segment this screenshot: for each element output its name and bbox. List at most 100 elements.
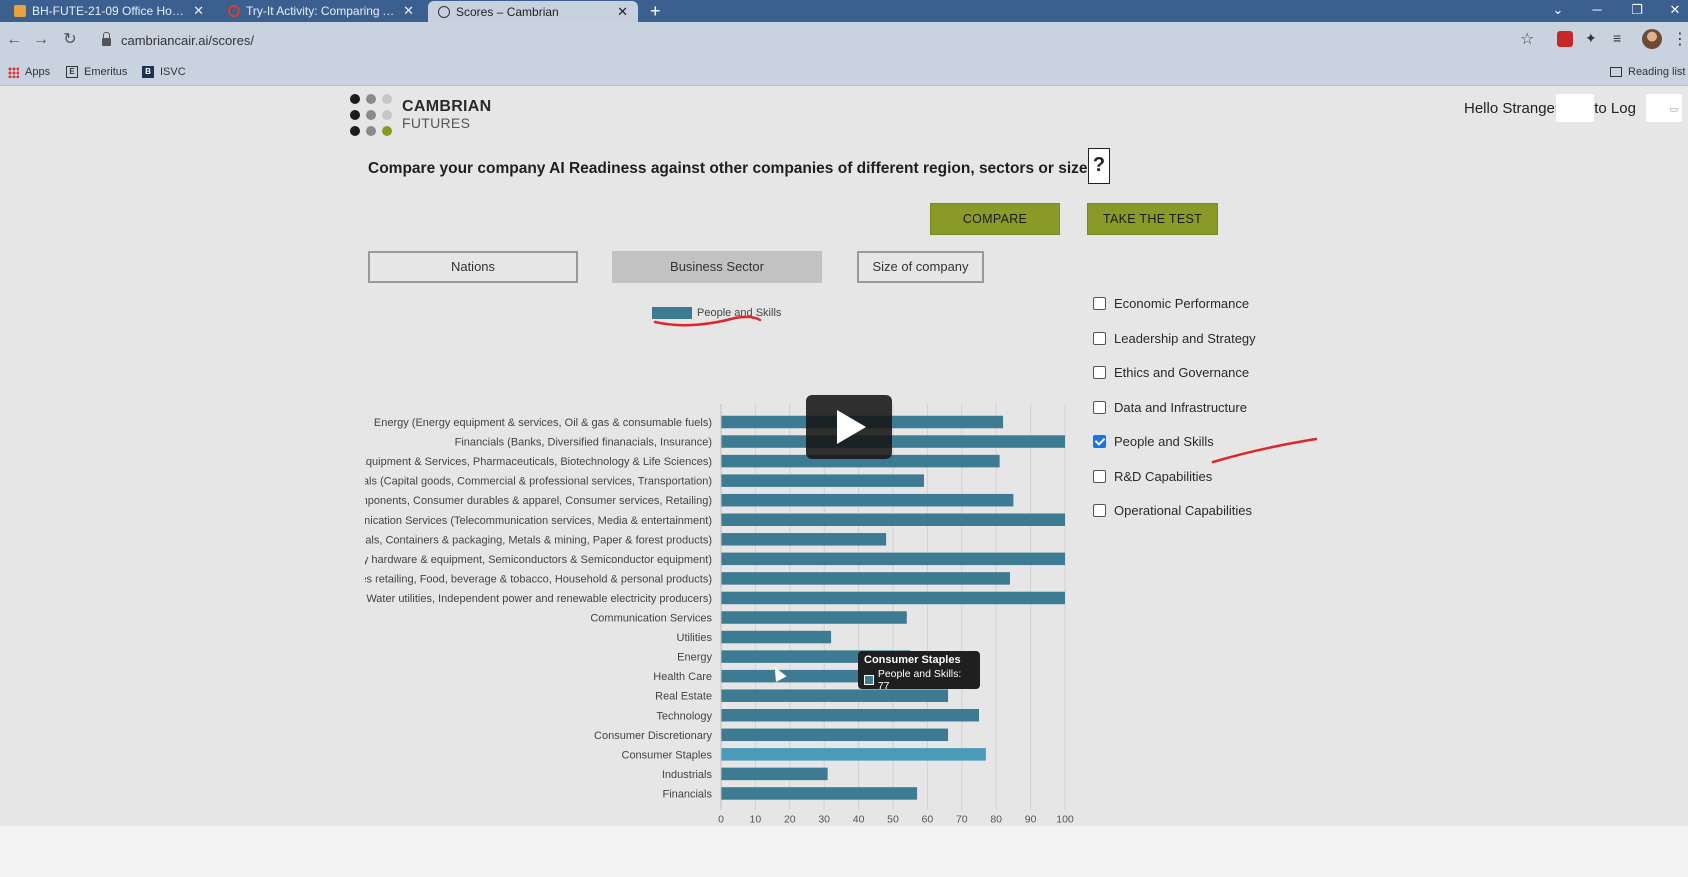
x-tick-label: 50 — [887, 814, 899, 826]
cambrian-logo[interactable]: CAMBRIAN FUTURES — [350, 94, 492, 136]
logo-dots-icon — [350, 94, 392, 136]
bookmark-apps[interactable]: Apps — [8, 58, 50, 86]
checkbox[interactable] — [1093, 297, 1106, 310]
url-text: cambriancair.ai/scores/ — [121, 32, 254, 48]
category-label: Financials — [662, 788, 712, 800]
apps-grid-icon — [8, 66, 19, 78]
extensions-puzzle-icon[interactable]: ✦ — [1585, 30, 1601, 46]
login-button[interactable]: ▭ — [1646, 94, 1682, 122]
bookmark-star-icon[interactable]: ☆ — [1520, 22, 1534, 58]
tab-try-it-activity[interactable]: Try-It Activity: Comparing AI Rea ✕ — [218, 0, 424, 22]
chart-bar[interactable] — [721, 493, 1014, 507]
filter-business-sector[interactable]: Business Sector — [612, 251, 822, 283]
chart-tooltip: Consumer Staples People and Skills: 77 — [858, 651, 980, 692]
profile-avatar[interactable] — [1642, 29, 1662, 49]
checkbox[interactable] — [1093, 504, 1106, 517]
tooltip-swatch — [864, 675, 874, 685]
page-footer-area — [0, 826, 1688, 877]
x-tick-label: 0 — [718, 814, 724, 826]
reading-list[interactable]: Reading list — [1610, 58, 1685, 86]
checkbox-checked[interactable] — [1093, 435, 1106, 448]
extension-red-icon[interactable] — [1557, 31, 1573, 47]
x-tick-label: 30 — [818, 814, 830, 826]
category-label: Data and Infrastructure — [1114, 399, 1247, 415]
category-operational-capabilities[interactable]: Operational Capabilities — [1093, 503, 1252, 518]
tab-label: BH-FUTE-21-09 Office Hour (202 — [32, 4, 187, 18]
close-icon[interactable]: ✕ — [403, 3, 414, 19]
chart-bar[interactable] — [721, 552, 1065, 566]
category-label: People and Skills — [1114, 434, 1214, 449]
chart-bar[interactable] — [721, 435, 1065, 448]
chart-bar[interactable] — [721, 767, 828, 781]
login-overlay-box[interactable] — [1556, 94, 1594, 122]
new-tab-icon[interactable]: + — [650, 0, 661, 22]
category-label: trials (Capital goods, Commercial & prof… — [360, 476, 712, 488]
close-icon[interactable]: ✕ — [193, 3, 204, 19]
category-label: Operational Capabilities — [1114, 503, 1253, 518]
forward-icon[interactable]: → — [29, 22, 53, 58]
browser-toolbar: ← → ↻ cambriancair.ai/scores/ ☆ ✦ ≡ ⋮ — [0, 22, 1688, 58]
tab-office-hour[interactable]: BH-FUTE-21-09 Office Hour (202 ✕ — [4, 0, 214, 22]
filter-size-of-company[interactable]: Size of company — [857, 251, 984, 283]
bookmark-isvc[interactable]: B ISVC — [142, 58, 186, 86]
restore-icon[interactable]: ❐ — [1622, 0, 1652, 22]
x-tick-label: 20 — [784, 814, 796, 826]
category-ethics-and-governance[interactable]: Ethics and Governance — [1093, 365, 1249, 380]
bookmark-label: Apps — [25, 66, 51, 78]
video-play-icon[interactable] — [806, 395, 892, 459]
chart-bar[interactable] — [721, 533, 887, 546]
chart-bar[interactable] — [721, 748, 986, 761]
address-bar[interactable]: cambriancair.ai/scores/ — [92, 27, 1542, 53]
slides-icon — [14, 5, 26, 17]
tooltip-text: People and Skills: 77 — [877, 668, 962, 692]
close-icon[interactable]: ✕ — [617, 4, 628, 20]
chart-bar[interactable] — [721, 591, 1065, 605]
chart-bar[interactable] — [721, 572, 1010, 585]
checkbox[interactable] — [1093, 366, 1106, 379]
media-queue-icon[interactable]: ≡ — [1613, 30, 1629, 46]
chart-bar[interactable] — [721, 630, 832, 644]
logo-line2: FUTURES — [402, 115, 471, 131]
back-icon[interactable]: ← — [2, 22, 26, 58]
compare-button[interactable]: COMPARE — [930, 203, 1060, 235]
help-button[interactable]: ? — [1088, 148, 1110, 184]
reading-list-label: Reading list — [1628, 66, 1686, 78]
category-label: ples retailing, Food, beverage & tobacco… — [360, 573, 712, 585]
chart-bar[interactable] — [721, 787, 918, 800]
category-leadership-and-strategy[interactable]: Leadership and Strategy — [1093, 331, 1256, 346]
take-the-test-button[interactable]: TAKE THE TEST — [1087, 203, 1218, 235]
category-label: erials, Containers & packaging, Metals &… — [360, 534, 712, 546]
x-tick-label: 80 — [990, 814, 1002, 826]
category-label: Financials (Banks, Diversified finanacia… — [455, 437, 712, 449]
x-tick-label: 70 — [956, 814, 968, 826]
bookmark-emeritus[interactable]: E Emeritus — [66, 58, 127, 86]
reload-icon[interactable]: ↻ — [58, 22, 82, 58]
filter-nations[interactable]: Nations — [368, 251, 578, 283]
checkbox[interactable] — [1093, 331, 1106, 345]
window-close-icon[interactable]: ✕ — [1660, 0, 1688, 22]
chart-bar[interactable] — [721, 513, 1065, 527]
page-content: CAMBRIAN FUTURES Hello Stranger t to Log … — [0, 86, 1688, 877]
category-rd-capabilities[interactable]: R&D Capabilities — [1093, 469, 1212, 484]
minimize-icon[interactable]: ─ — [1582, 0, 1612, 22]
chart-bar[interactable] — [721, 728, 949, 742]
category-data-and-infrastructure[interactable]: Data and Infrastructure — [1093, 400, 1247, 415]
chart-bar[interactable] — [721, 611, 907, 624]
category-economic-performance[interactable]: Economic Performance — [1093, 296, 1249, 311]
menu-kebab-icon[interactable]: ⋮ — [1672, 22, 1688, 58]
checkbox[interactable] — [1093, 469, 1106, 483]
category-label: s, Water utilities, Independent power an… — [360, 593, 712, 605]
category-people-and-skills[interactable]: People and Skills — [1093, 434, 1214, 449]
checkbox[interactable] — [1093, 400, 1106, 414]
tab-scores-cambrian[interactable]: Scores – Cambrian ✕ — [428, 1, 638, 23]
category-label: Real Estate — [655, 691, 712, 703]
sector-bar-chart: Energy (Energy equipment & services, Oil… — [360, 404, 1074, 826]
category-label: nunication Services (Telecommunication s… — [360, 515, 712, 527]
isvc-icon: B — [142, 66, 154, 78]
chart-bar[interactable] — [721, 709, 979, 722]
emeritus-icon: E — [66, 66, 78, 78]
tab-search-icon[interactable]: ⌄ — [1543, 0, 1573, 22]
greeting-text: Hello Stranger t to Log — [1464, 100, 1636, 117]
x-tick-label: 10 — [750, 814, 762, 826]
chart-bar[interactable] — [721, 474, 924, 487]
